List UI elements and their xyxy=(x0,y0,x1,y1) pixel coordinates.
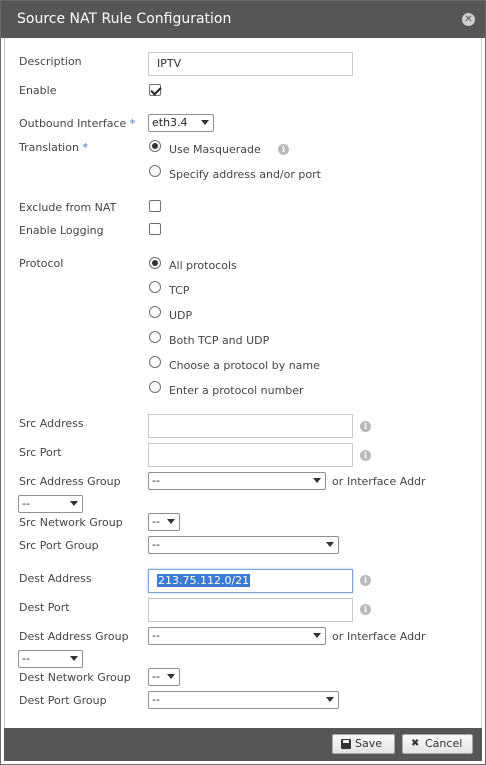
outbound-interface-label-text: Outbound Interface xyxy=(19,117,127,130)
src-port-label: Src Port xyxy=(19,446,62,459)
dest-port-group-value: -- xyxy=(152,693,160,706)
protocol-by-name-label: Choose a protocol by name xyxy=(169,359,320,372)
description-label: Description xyxy=(19,55,82,68)
src-address-group-value: -- xyxy=(152,474,160,487)
required-marker: * xyxy=(129,117,136,130)
info-icon[interactable]: i xyxy=(360,421,371,432)
dest-network-group-select[interactable]: -- xyxy=(148,668,180,686)
src-port-group-value: -- xyxy=(152,538,160,551)
required-marker: * xyxy=(82,141,88,154)
src-port-input[interactable] xyxy=(148,443,353,467)
dest-network-group-label: Dest Network Group xyxy=(19,671,131,684)
enable-checkbox[interactable] xyxy=(149,84,161,96)
exclude-from-nat-label: Exclude from NAT xyxy=(19,201,117,214)
dest-address-group-label: Dest Address Group xyxy=(19,630,129,643)
dialog-titlebar: Source NAT Rule Configuration ✕ xyxy=(1,1,485,38)
chevron-down-icon xyxy=(313,478,321,483)
protocol-both-radio[interactable] xyxy=(149,331,161,343)
dest-port-input[interactable] xyxy=(148,598,353,622)
dest-address-group-value: -- xyxy=(152,629,160,642)
src-network-group-label: Src Network Group xyxy=(19,516,123,529)
chevron-down-icon xyxy=(167,519,175,524)
nat-rule-dialog: Source NAT Rule Configuration ✕ Descript… xyxy=(0,0,486,765)
chevron-down-icon xyxy=(70,656,78,661)
exclude-from-nat-checkbox[interactable] xyxy=(149,200,161,212)
protocol-label: Protocol xyxy=(19,257,64,270)
enable-logging-label: Enable Logging xyxy=(19,224,104,237)
src-port-group-select[interactable]: -- xyxy=(148,536,339,554)
outbound-interface-label: Outbound Interface * xyxy=(19,117,135,130)
dest-network-group-value: -- xyxy=(152,670,160,683)
chevron-down-icon xyxy=(167,674,175,679)
dest-address-value: 213.75.112.0/21 xyxy=(157,574,251,587)
dest-port-group-label: Dest Port Group xyxy=(19,694,107,707)
outbound-interface-select[interactable]: eth3.4 xyxy=(148,114,214,132)
chevron-down-icon xyxy=(326,542,334,547)
protocol-udp-label: UDP xyxy=(169,309,193,322)
protocol-all-label: All protocols xyxy=(169,259,237,272)
src-network-group-value: -- xyxy=(152,515,160,528)
dialog-body: Description IPTV Enable Outbound Interfa… xyxy=(4,38,482,728)
src-address-input[interactable] xyxy=(148,414,353,438)
dest-interface-addr-value: -- xyxy=(22,652,30,665)
outbound-interface-value: eth3.4 xyxy=(152,116,188,129)
dest-address-group-select[interactable]: -- xyxy=(148,627,326,645)
info-icon[interactable]: i xyxy=(360,450,371,461)
protocol-by-number-label: Enter a protocol number xyxy=(169,384,304,397)
translation-masquerade-label: Use Masquerade xyxy=(169,143,261,156)
dest-port-label: Dest Port xyxy=(19,601,70,614)
cancel-button[interactable]: ✖ Cancel xyxy=(402,734,473,754)
src-port-group-label: Src Port Group xyxy=(19,539,99,552)
protocol-by-number-radio[interactable] xyxy=(149,381,161,393)
protocol-all-radio[interactable] xyxy=(149,257,161,269)
src-address-group-label: Src Address Group xyxy=(19,475,121,488)
dialog-footer: Save ✖ Cancel xyxy=(4,728,482,761)
chevron-down-icon xyxy=(70,501,78,506)
close-icon[interactable]: ✕ xyxy=(462,13,475,26)
translation-specify-radio[interactable] xyxy=(149,165,161,177)
info-icon[interactable]: i xyxy=(278,144,289,155)
protocol-tcp-label: TCP xyxy=(169,284,190,297)
src-interface-addr-label: Interface Addr xyxy=(347,475,426,488)
enable-label: Enable xyxy=(19,84,57,97)
translation-label-text: Translation xyxy=(19,141,79,154)
description-input[interactable]: IPTV xyxy=(148,52,353,76)
translation-masquerade-radio[interactable] xyxy=(149,140,161,152)
save-icon xyxy=(341,739,351,749)
or-text: or xyxy=(332,475,344,488)
protocol-udp-radio[interactable] xyxy=(149,306,161,318)
translation-label: Translation * xyxy=(19,141,88,154)
save-button[interactable]: Save xyxy=(332,734,395,754)
dialog-title: Source NAT Rule Configuration xyxy=(17,11,232,27)
chevron-down-icon xyxy=(313,633,321,638)
info-icon[interactable]: i xyxy=(360,575,371,586)
cancel-button-label: Cancel xyxy=(425,737,463,750)
cancel-icon: ✖ xyxy=(411,738,420,749)
dest-address-label: Dest Address xyxy=(19,572,92,585)
src-interface-addr-select[interactable]: -- xyxy=(18,495,83,513)
dest-port-group-select[interactable]: -- xyxy=(148,691,339,709)
or-text: or xyxy=(332,630,344,643)
src-network-group-select[interactable]: -- xyxy=(148,513,180,531)
src-interface-addr-value: -- xyxy=(22,497,30,510)
src-address-group-select[interactable]: -- xyxy=(148,472,326,490)
enable-logging-checkbox[interactable] xyxy=(149,223,161,235)
dest-address-input[interactable]: 213.75.112.0/21 xyxy=(148,569,353,593)
src-address-label: Src Address xyxy=(19,417,84,430)
dest-interface-addr-select[interactable]: -- xyxy=(18,650,83,668)
protocol-tcp-radio[interactable] xyxy=(149,281,161,293)
protocol-both-label: Both TCP and UDP xyxy=(169,334,270,347)
translation-specify-label: Specify address and/or port xyxy=(169,168,321,181)
protocol-by-name-radio[interactable] xyxy=(149,356,161,368)
save-button-label: Save xyxy=(355,737,383,750)
dest-interface-addr-label: Interface Addr xyxy=(347,630,426,643)
chevron-down-icon xyxy=(326,697,334,702)
chevron-down-icon xyxy=(201,120,209,125)
info-icon[interactable]: i xyxy=(360,604,371,615)
